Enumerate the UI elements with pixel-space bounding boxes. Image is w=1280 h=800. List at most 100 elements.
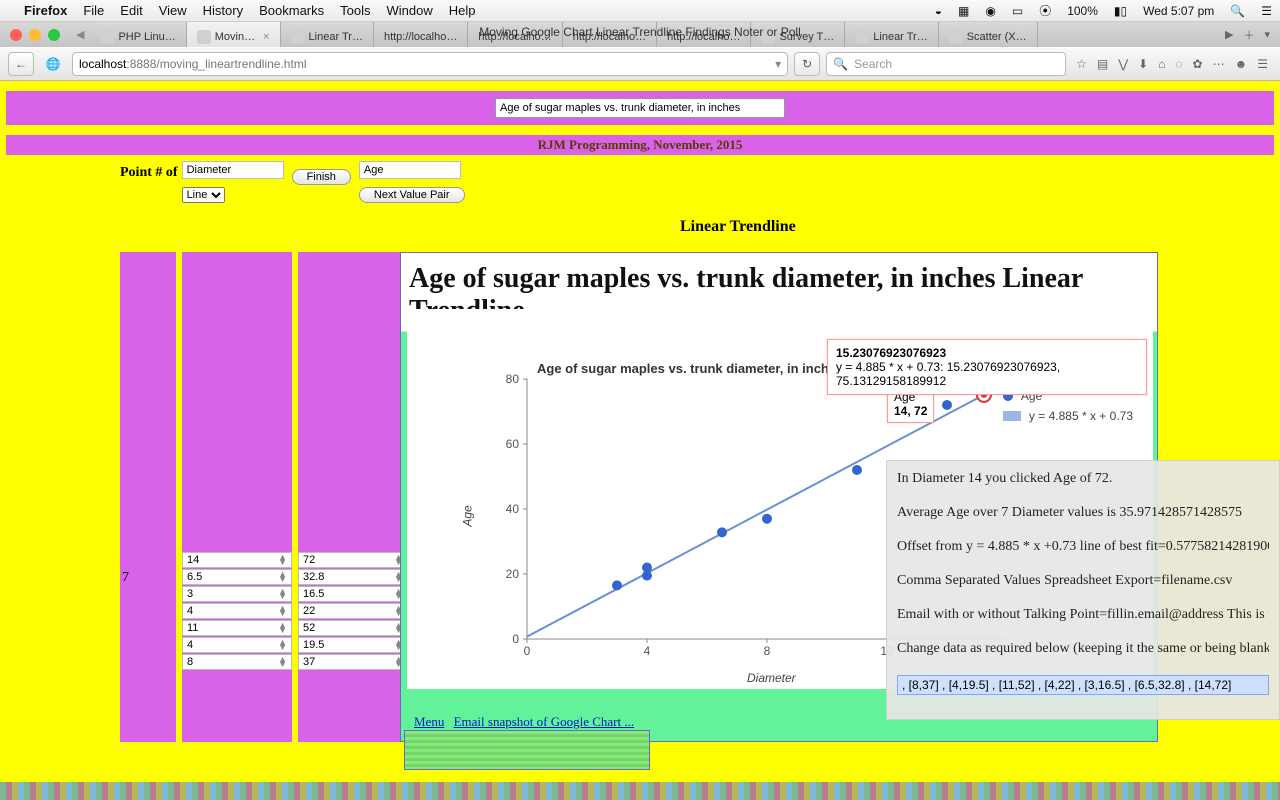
y-values-column: 72▲▼32.8▲▼16.5▲▼22▲▼52▲▼19.5▲▼37▲▼ (298, 252, 408, 742)
browser-tab[interactable]: Scatter (X… (939, 22, 1038, 47)
stepper-icon[interactable]: ▲▼ (278, 572, 287, 582)
email-snapshot-link[interactable]: Email snapshot of Google Chart ... (454, 714, 635, 729)
reload-button[interactable]: ↻ (794, 52, 820, 76)
favicon-icon (197, 30, 211, 44)
mac-dock[interactable] (0, 782, 1280, 800)
value-input[interactable]: 8▲▼ (182, 654, 292, 670)
value-input[interactable]: 37▲▼ (298, 654, 408, 670)
search-bar[interactable]: 🔍 Search (826, 52, 1066, 76)
chart-legend: Age y = 4.885 * x + 0.73 (1003, 389, 1133, 429)
menu-edit[interactable]: Edit (120, 3, 142, 18)
browser-tab[interactable]: Movin…× (187, 22, 281, 47)
findings-panel: In Diameter 14 you clicked Age of 72. Av… (886, 460, 1280, 720)
value-input[interactable]: 72▲▼ (298, 552, 408, 568)
back-button[interactable]: ← (8, 52, 34, 76)
browser-tab[interactable]: PHP Linu… (90, 22, 186, 47)
sync-icon[interactable]: ◌ (1175, 57, 1182, 71)
value-input[interactable]: 22▲▼ (298, 603, 408, 619)
value-input[interactable]: 14▲▼ (182, 552, 292, 568)
stepper-icon[interactable]: ▲▼ (278, 640, 287, 650)
menubar-clock[interactable]: Wed 5:07 pm (1143, 4, 1214, 18)
hamburger-icon[interactable]: ☰ (1257, 57, 1268, 71)
minimize-window-icon[interactable] (29, 29, 41, 41)
browser-tab[interactable]: http://localho… (374, 22, 468, 47)
x-name-input[interactable] (182, 161, 284, 179)
controls-row: Point # of Line Finish Next Value Pair (0, 155, 1280, 203)
chat-icon[interactable]: ☻ (1235, 57, 1248, 71)
value-input[interactable]: 6.5▲▼ (182, 569, 292, 585)
stepper-icon[interactable]: ▲▼ (278, 555, 287, 565)
battery-pct: 100% (1067, 4, 1098, 18)
search-placeholder: Search (854, 57, 892, 71)
menu-window[interactable]: Window (387, 3, 433, 18)
favicon-icon (100, 30, 114, 44)
downloads-icon[interactable]: ⬇ (1138, 57, 1148, 71)
point-count: 7 (122, 570, 129, 586)
stepper-icon[interactable]: ▲▼ (278, 657, 287, 667)
new-tab-icon[interactable]: ＋ (1243, 27, 1254, 43)
tab-scroll-right-icon[interactable]: ▶ (1225, 28, 1233, 41)
value-input[interactable]: 11▲▼ (182, 620, 292, 636)
bookmark-star-icon[interactable]: ☆ (1076, 57, 1087, 71)
menu-tools[interactable]: Tools (340, 3, 370, 18)
favicon-icon (761, 30, 775, 44)
search-icon: 🔍 (833, 57, 848, 71)
battery-icon: ▮▯ (1114, 4, 1127, 18)
chart-type-select[interactable]: Line (182, 187, 225, 203)
menubar-app[interactable]: Firefox (24, 3, 67, 18)
overflow-icon[interactable]: ⋯ (1213, 57, 1225, 71)
close-window-icon[interactable] (10, 29, 22, 41)
value-input[interactable]: 19.5▲▼ (298, 637, 408, 653)
browser-tab[interactable]: http://localho… (657, 22, 751, 47)
stepper-icon[interactable]: ▲▼ (278, 589, 287, 599)
pocket-icon[interactable]: ⋁ (1118, 57, 1128, 71)
y-name-input[interactable] (359, 161, 461, 179)
airplay-icon[interactable]: ▭ (1012, 4, 1023, 18)
legend-bar-icon (1003, 411, 1021, 421)
spotlight-icon[interactable]: 🔍 (1230, 4, 1245, 18)
browser-tab[interactable]: Linear Tr… (281, 22, 374, 47)
svg-text:60: 60 (506, 437, 520, 451)
menu-bookmarks[interactable]: Bookmarks (259, 3, 324, 18)
findings-line: Email with or without Talking Point=fill… (897, 607, 1269, 623)
value-input[interactable]: 4▲▼ (182, 637, 292, 653)
zoom-window-icon[interactable] (48, 29, 60, 41)
value-input[interactable]: 32.8▲▼ (298, 569, 408, 585)
browser-tab[interactable]: Linear Tr… (845, 22, 938, 47)
menu-view[interactable]: View (159, 3, 187, 18)
stepper-icon[interactable]: ▲▼ (278, 623, 287, 633)
chart-title-input[interactable] (495, 98, 785, 118)
url-host: localhost (79, 57, 126, 71)
svg-text:4: 4 (644, 644, 651, 658)
identity-icon[interactable]: 🌐 (40, 52, 66, 76)
browser-tab[interactable]: http://localho… (563, 22, 657, 47)
menu-file[interactable]: File (83, 3, 104, 18)
value-input[interactable]: 16.5▲▼ (298, 586, 408, 602)
menu-link[interactable]: Menu (414, 714, 444, 729)
menu-help[interactable]: Help (449, 3, 476, 18)
data-edit-input[interactable] (897, 675, 1269, 695)
findings-line: Offset from y = 4.885 * x +0.73 line of … (897, 539, 1269, 555)
url-bar[interactable]: localhost:8888/moving_lineartrendline.ht… (72, 52, 788, 76)
home-icon[interactable]: ⌂ (1158, 57, 1165, 71)
browser-tab[interactable]: Survey T… (751, 22, 845, 47)
browser-tab[interactable]: http://localho… (468, 22, 562, 47)
value-input[interactable]: 4▲▼ (182, 603, 292, 619)
all-tabs-icon[interactable]: ▾ (1264, 28, 1270, 41)
status-icon: ◒ (935, 4, 942, 18)
value-input[interactable]: 3▲▼ (182, 586, 292, 602)
status-icon: ◉ (985, 4, 995, 18)
addon-icon[interactable]: ✿ (1193, 57, 1203, 71)
close-tab-icon[interactable]: × (263, 31, 269, 43)
value-input[interactable]: 52▲▼ (298, 620, 408, 636)
menu-history[interactable]: History (203, 3, 243, 18)
window-controls[interactable] (0, 22, 70, 47)
next-value-pair-button[interactable]: Next Value Pair (359, 187, 465, 203)
dropdown-icon[interactable]: ▾ (775, 57, 781, 71)
menu-icon[interactable]: ☰ (1261, 4, 1272, 18)
tab-scroll-left-icon[interactable]: ◀ (70, 22, 90, 47)
url-path: :8888/moving_lineartrendline.html (126, 57, 306, 71)
stepper-icon[interactable]: ▲▼ (278, 606, 287, 616)
wifi-icon[interactable]: ⦿ (1039, 2, 1051, 19)
clipboard-icon[interactable]: ▤ (1097, 57, 1108, 71)
